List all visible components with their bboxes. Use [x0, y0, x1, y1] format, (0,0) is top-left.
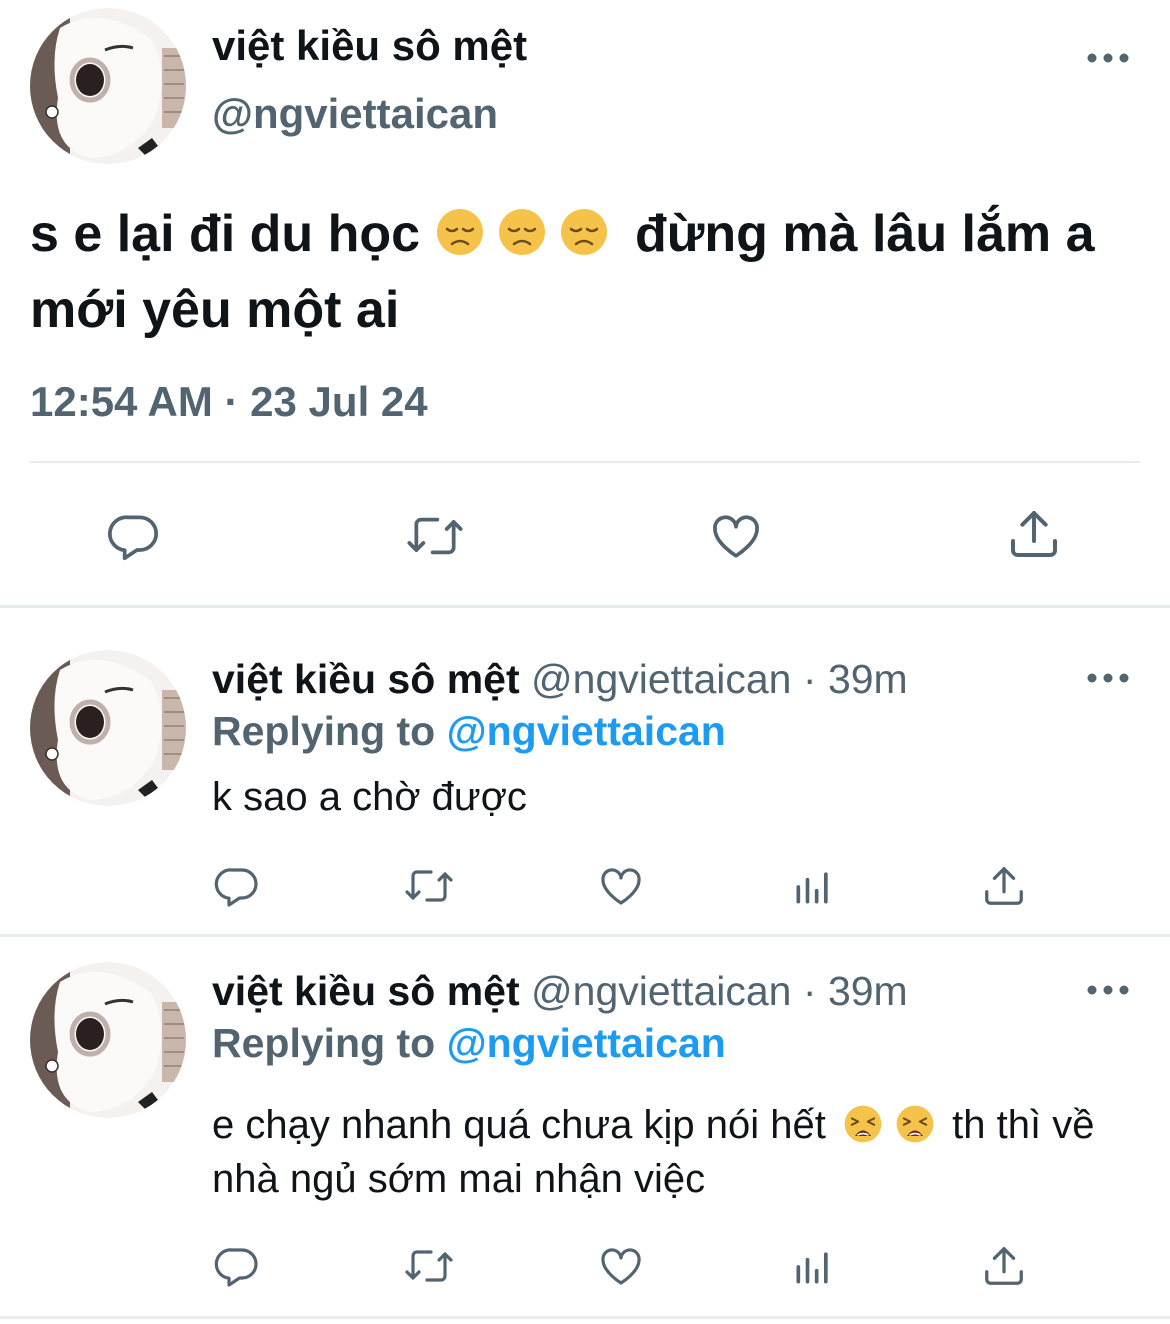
weary-face-emoji — [843, 1104, 883, 1144]
reply-header: việt kiều sô mệt @ngviettaican · 39m — [212, 968, 908, 1015]
author-handle[interactable]: @ngviettaican — [531, 656, 791, 702]
heart-icon — [601, 1248, 641, 1285]
more-options-icon[interactable] — [1086, 48, 1130, 68]
heart-icon — [713, 515, 759, 558]
reply-text: e chạy nhanh quá chưa kịp nói hết th thì… — [212, 1098, 1112, 1206]
tweet-text: s e lại đi du học đừng mà lâu lắm a mới … — [30, 196, 1160, 348]
retweet-button[interactable] — [400, 860, 458, 912]
divider — [0, 1316, 1170, 1319]
avatar-image — [30, 962, 186, 1118]
author-display-name[interactable]: việt kiều sô mệt — [212, 22, 527, 70]
like-button[interactable] — [596, 1240, 646, 1292]
tweet-timestamp[interactable]: 12:54 AM · 23 Jul 24 — [30, 378, 428, 426]
reply-text-part1: e chạy nhanh quá chưa kịp nói hết — [212, 1103, 826, 1147]
author-display-name[interactable]: việt kiều sô mệt — [212, 968, 520, 1014]
divider — [0, 605, 1170, 608]
replying-to-handle[interactable]: @ngviettaican — [447, 1020, 726, 1066]
disappointed-face-emoji — [559, 207, 609, 257]
avatar[interactable] — [30, 8, 186, 164]
avatar-image — [30, 8, 186, 164]
retweet-icon — [405, 1250, 453, 1282]
more-options-icon[interactable] — [1086, 980, 1130, 1000]
author-handle[interactable]: @ngviettaican — [212, 90, 498, 138]
reply-button[interactable] — [212, 1240, 262, 1292]
reply-time[interactable]: 39m — [828, 968, 908, 1014]
divider — [0, 934, 1170, 937]
replying-to-handle[interactable]: @ngviettaican — [447, 708, 726, 754]
share-icon — [985, 1247, 1023, 1285]
reply-text-part1: k sao a chờ được — [212, 775, 527, 819]
avatar[interactable] — [30, 650, 186, 806]
views-icon — [796, 1252, 828, 1284]
replying-to: Replying to @ngviettaican — [212, 708, 726, 755]
replying-to-label: Replying to — [212, 1020, 436, 1066]
replying-to: Replying to @ngviettaican — [212, 1020, 726, 1067]
retweet-button[interactable] — [402, 506, 468, 566]
tweet-text-part1: s e lại đi du học — [30, 205, 421, 263]
share-button[interactable] — [1006, 504, 1062, 564]
views-icon — [796, 872, 828, 904]
divider — [30, 461, 1140, 463]
share-button[interactable] — [980, 860, 1028, 912]
reply-header: việt kiều sô mệt @ngviettaican · 39m — [212, 656, 908, 703]
author-handle[interactable]: @ngviettaican — [531, 968, 791, 1014]
views-button[interactable] — [790, 862, 836, 912]
retweet-icon — [407, 517, 463, 555]
retweet-button[interactable] — [400, 1240, 458, 1292]
heart-icon — [601, 868, 641, 905]
reply-button[interactable] — [104, 506, 164, 566]
like-button[interactable] — [596, 860, 646, 912]
reply-button[interactable] — [212, 860, 262, 912]
disappointed-face-emoji — [497, 207, 547, 257]
reply-text: k sao a chờ được — [212, 770, 1112, 824]
replying-to-label: Replying to — [212, 708, 436, 754]
avatar[interactable] — [30, 962, 186, 1118]
share-icon — [1011, 511, 1057, 557]
views-button[interactable] — [790, 1242, 836, 1292]
reply-time[interactable]: 39m — [828, 656, 908, 702]
reply-icon — [214, 1248, 258, 1287]
reply-icon — [108, 515, 159, 561]
separator-dot: · — [802, 656, 817, 702]
more-options-icon[interactable] — [1086, 668, 1130, 688]
like-button[interactable] — [706, 506, 766, 566]
share-button[interactable] — [980, 1240, 1028, 1292]
author-display-name[interactable]: việt kiều sô mệt — [212, 656, 520, 702]
avatar-image — [30, 650, 186, 806]
weary-face-emoji — [895, 1104, 935, 1144]
share-icon — [985, 867, 1023, 905]
reply-icon — [214, 868, 258, 907]
disappointed-face-emoji — [435, 207, 485, 257]
retweet-icon — [405, 870, 453, 902]
separator-dot: · — [802, 968, 817, 1014]
